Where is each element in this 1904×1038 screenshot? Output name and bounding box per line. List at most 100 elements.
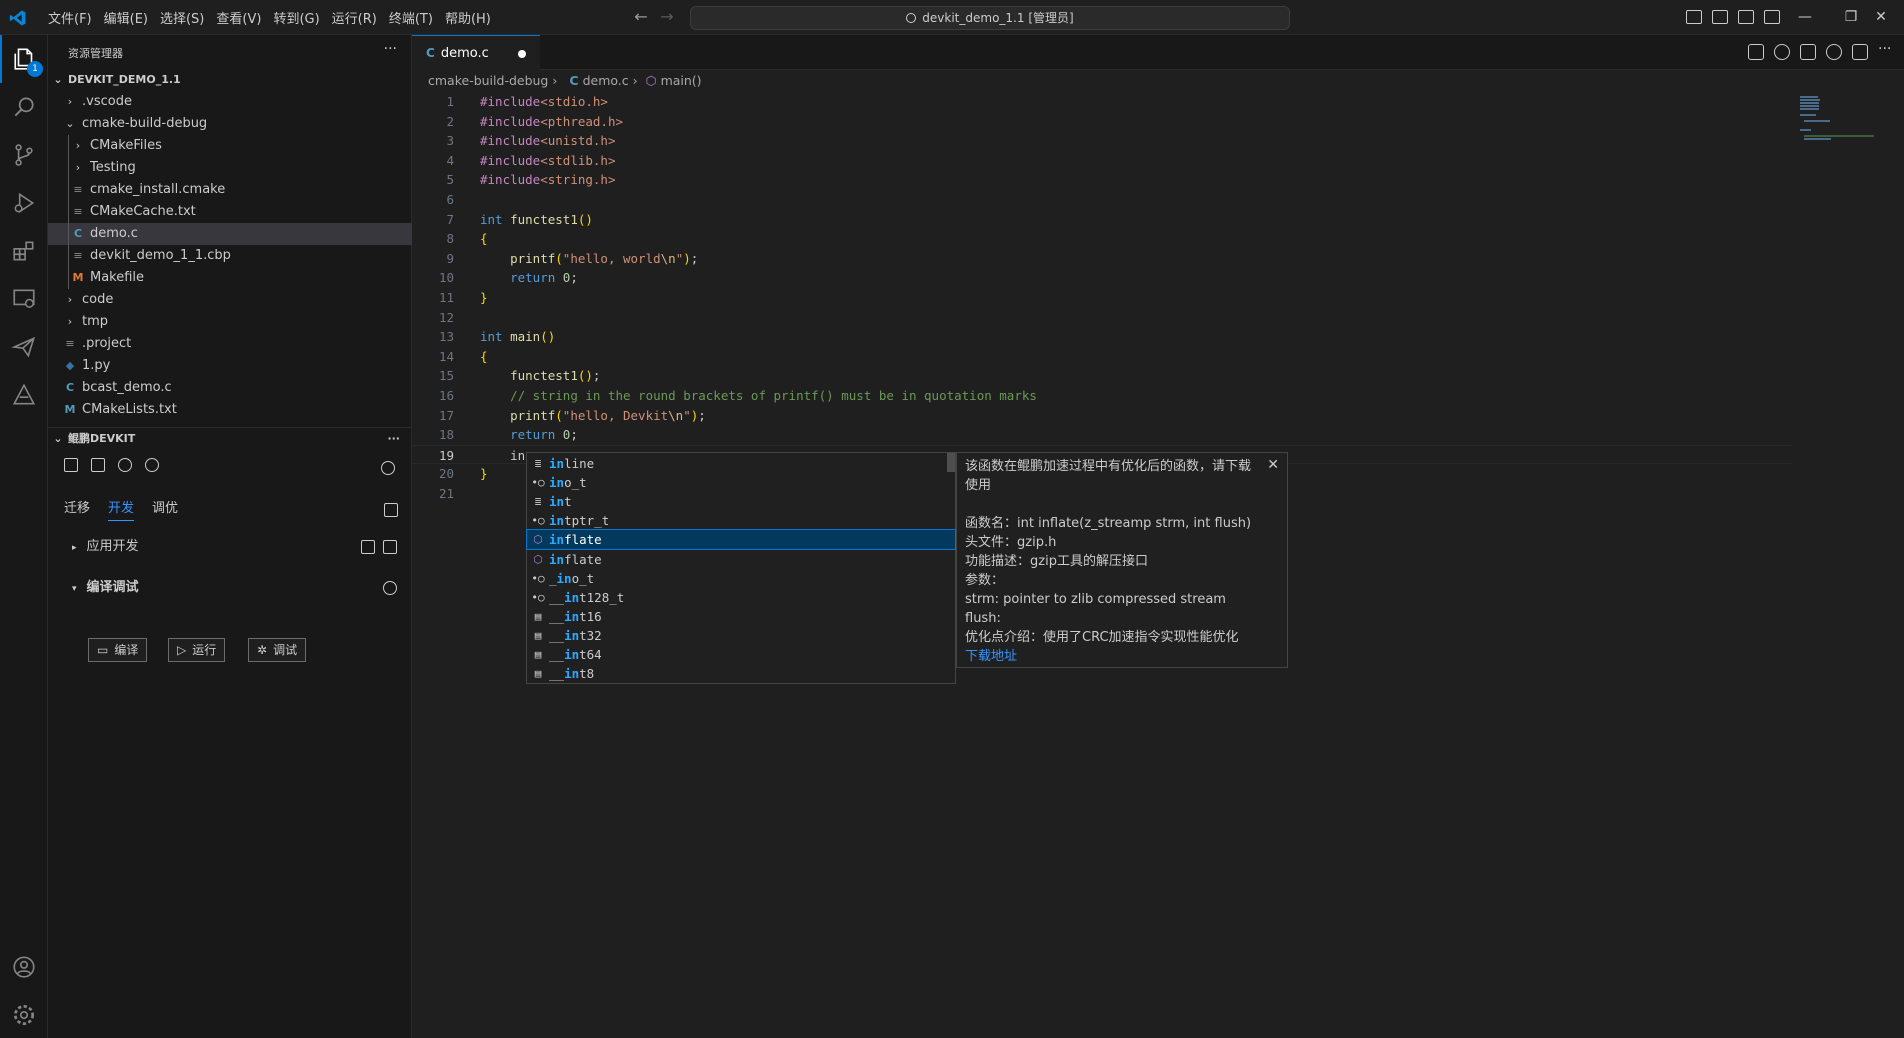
code-line[interactable]: 14 {: [412, 347, 1792, 366]
menu-go[interactable]: 转到(G): [267, 8, 325, 27]
toggle-sidebar-icon[interactable]: [1686, 10, 1702, 24]
tree-item-makefile[interactable]: M Makefile: [48, 267, 412, 289]
breadcrumb-file[interactable]: demo.c: [583, 73, 629, 88]
suggest-item[interactable]: ≣ int: [527, 492, 955, 511]
breadcrumb-folder[interactable]: cmake-build-debug: [428, 73, 548, 88]
forward-arrow-icon[interactable]: →: [658, 8, 676, 26]
suggest-item[interactable]: ▤ __int8: [527, 664, 955, 683]
download-link[interactable]: 下载地址: [965, 647, 1279, 666]
menu-file[interactable]: 文件(F): [42, 8, 98, 27]
settings-gear-icon[interactable]: [0, 991, 48, 1038]
devkit-section-header[interactable]: ⌄ 鲲鹏DEVKIT ···: [48, 428, 412, 450]
settings-icon[interactable]: [1774, 44, 1790, 60]
tab-develop[interactable]: 开发: [108, 497, 135, 521]
code-line[interactable]: 13 int main(): [412, 327, 1792, 346]
tree-item-cmakefiles[interactable]: › CMakeFiles: [48, 135, 412, 157]
more-actions-button[interactable]: ···: [1878, 41, 1891, 57]
code-line[interactable]: 5 #include<string.h>: [412, 170, 1792, 189]
tree-item-testing[interactable]: › Testing: [48, 157, 412, 179]
close-icon[interactable]: ✕: [1267, 457, 1279, 473]
tab-tuning[interactable]: 调优: [152, 497, 178, 521]
bug-icon[interactable]: [145, 457, 160, 472]
send-icon[interactable]: [0, 323, 48, 371]
minimize-button[interactable]: —: [1782, 0, 1828, 35]
tree-item-cmake-build-debug[interactable]: ⌄ cmake-build-debug: [48, 113, 412, 135]
debug-button[interactable]: ✲ 调试: [248, 638, 307, 662]
menu-help[interactable]: 帮助(H): [439, 8, 497, 27]
tab-migration[interactable]: 迁移: [64, 497, 90, 521]
compile-button[interactable]: ▭ 编译: [88, 638, 148, 662]
code-line[interactable]: 2 #include<pthread.h>: [412, 112, 1792, 131]
code-line[interactable]: 15 functest1();: [412, 366, 1792, 385]
new-file-icon[interactable]: [64, 457, 78, 472]
menu-run[interactable]: 运行(R): [326, 8, 383, 27]
extensions-icon[interactable]: [0, 227, 48, 275]
suggest-item[interactable]: ≣ inline: [527, 454, 955, 473]
menu-view[interactable]: 查看(V): [210, 8, 267, 27]
menu-edit[interactable]: 编辑(E): [98, 8, 154, 27]
run-debug-icon[interactable]: [0, 179, 48, 227]
list-view-icon[interactable]: [384, 503, 398, 517]
download-icon[interactable]: [1800, 44, 1816, 60]
tab-demo-c[interactable]: Cdemo.c: [412, 35, 540, 70]
customize-layout-icon[interactable]: [1764, 10, 1780, 24]
code-line[interactable]: 18 return 0;: [412, 425, 1792, 444]
menu-selection[interactable]: 选择(S): [154, 8, 210, 27]
code-line[interactable]: 6: [412, 190, 1792, 209]
devkit-icon[interactable]: [0, 371, 48, 419]
suggest-item[interactable]: •○ __int128_t: [527, 588, 955, 607]
toggle-panel-icon[interactable]: [1712, 10, 1728, 24]
run-button[interactable]: ▷ 运行: [168, 638, 226, 662]
tree-item-bcast-demo[interactable]: Cbcast_demo.c: [48, 377, 412, 399]
tree-item-demo-c[interactable]: Cdemo.c: [48, 223, 412, 245]
run-code-icon[interactable]: [1748, 44, 1764, 60]
suggest-scrollbar[interactable]: [947, 453, 955, 472]
tree-item-code[interactable]: › code: [48, 289, 412, 311]
suggest-item[interactable]: ⬡ inflate: [527, 550, 955, 569]
workspace-root-header[interactable]: ⌄ DEVKIT_DEMO_1.1: [48, 69, 412, 91]
suggest-item[interactable]: •○ ino_t: [527, 473, 955, 492]
search-icon[interactable]: [1826, 44, 1842, 60]
suggest-item[interactable]: ▤ __int32: [527, 626, 955, 645]
tree-item-cmakecache[interactable]: ≡ CMakeCache.txt: [48, 201, 412, 223]
breadcrumb-symbol[interactable]: main(): [661, 73, 702, 88]
code-line[interactable]: 12: [412, 308, 1792, 327]
code-line[interactable]: 8{: [412, 229, 1792, 248]
more-actions-button[interactable]: ···: [384, 41, 397, 57]
play-icon[interactable]: [118, 457, 133, 472]
back-arrow-icon[interactable]: ←: [632, 8, 650, 26]
code-line[interactable]: 9 printf("hello, world\n");: [412, 249, 1792, 268]
tree-item-project[interactable]: ≡ .project: [48, 333, 412, 355]
suggest-item[interactable]: •○ intptr_t: [527, 511, 955, 530]
tree-item-vscode[interactable]: › .vscode: [48, 91, 412, 113]
code-line[interactable]: 11}: [412, 288, 1792, 307]
new-project-icon[interactable]: [361, 540, 375, 554]
close-button[interactable]: ✕: [1858, 0, 1904, 35]
command-center[interactable]: devkit_demo_1.1 [管理员]: [690, 6, 1290, 30]
search-icon[interactable]: [0, 83, 48, 131]
app-dev-row[interactable]: ▸ 应用开发: [72, 536, 139, 558]
toggle-secondary-sidebar-icon[interactable]: [1738, 10, 1754, 24]
devkit-more-button[interactable]: ···: [387, 428, 400, 450]
code-line[interactable]: 17 printf("hello, Devkit\n");: [412, 406, 1792, 425]
unsaved-dot-icon[interactable]: [518, 50, 526, 58]
source-control-icon[interactable]: [0, 131, 48, 179]
suggest-item[interactable]: ⬡ inflate: [526, 529, 956, 551]
code-line[interactable]: 16 // string in the round brackets of pr…: [412, 386, 1792, 405]
minimap[interactable]: [1800, 92, 1890, 152]
tree-item-tmp[interactable]: › tmp: [48, 311, 412, 333]
suggest-item[interactable]: ▤ __int64: [527, 645, 955, 664]
code-line[interactable]: 10 return 0;: [412, 268, 1792, 287]
suggest-item[interactable]: •○ _ino_t: [527, 569, 955, 588]
suggest-item[interactable]: ▤ __int16: [527, 607, 955, 626]
code-line[interactable]: 3 #include<unistd.h>: [412, 131, 1792, 150]
menu-terminal[interactable]: 终端(T): [383, 8, 439, 27]
import-project-icon[interactable]: [383, 540, 397, 554]
code-line[interactable]: 7 int functest1(): [412, 210, 1792, 229]
tree-item-cmakelists[interactable]: M CMakeLists.txt: [48, 399, 412, 421]
settings-gear-icon[interactable]: [383, 581, 397, 595]
user-icon[interactable]: [381, 461, 395, 475]
split-editor-icon[interactable]: [1852, 44, 1868, 60]
tree-item-cbp[interactable]: ≡ devkit_demo_1_1.cbp: [48, 245, 412, 267]
tree-item-1-py[interactable]: ◆ 1.py: [48, 355, 412, 377]
